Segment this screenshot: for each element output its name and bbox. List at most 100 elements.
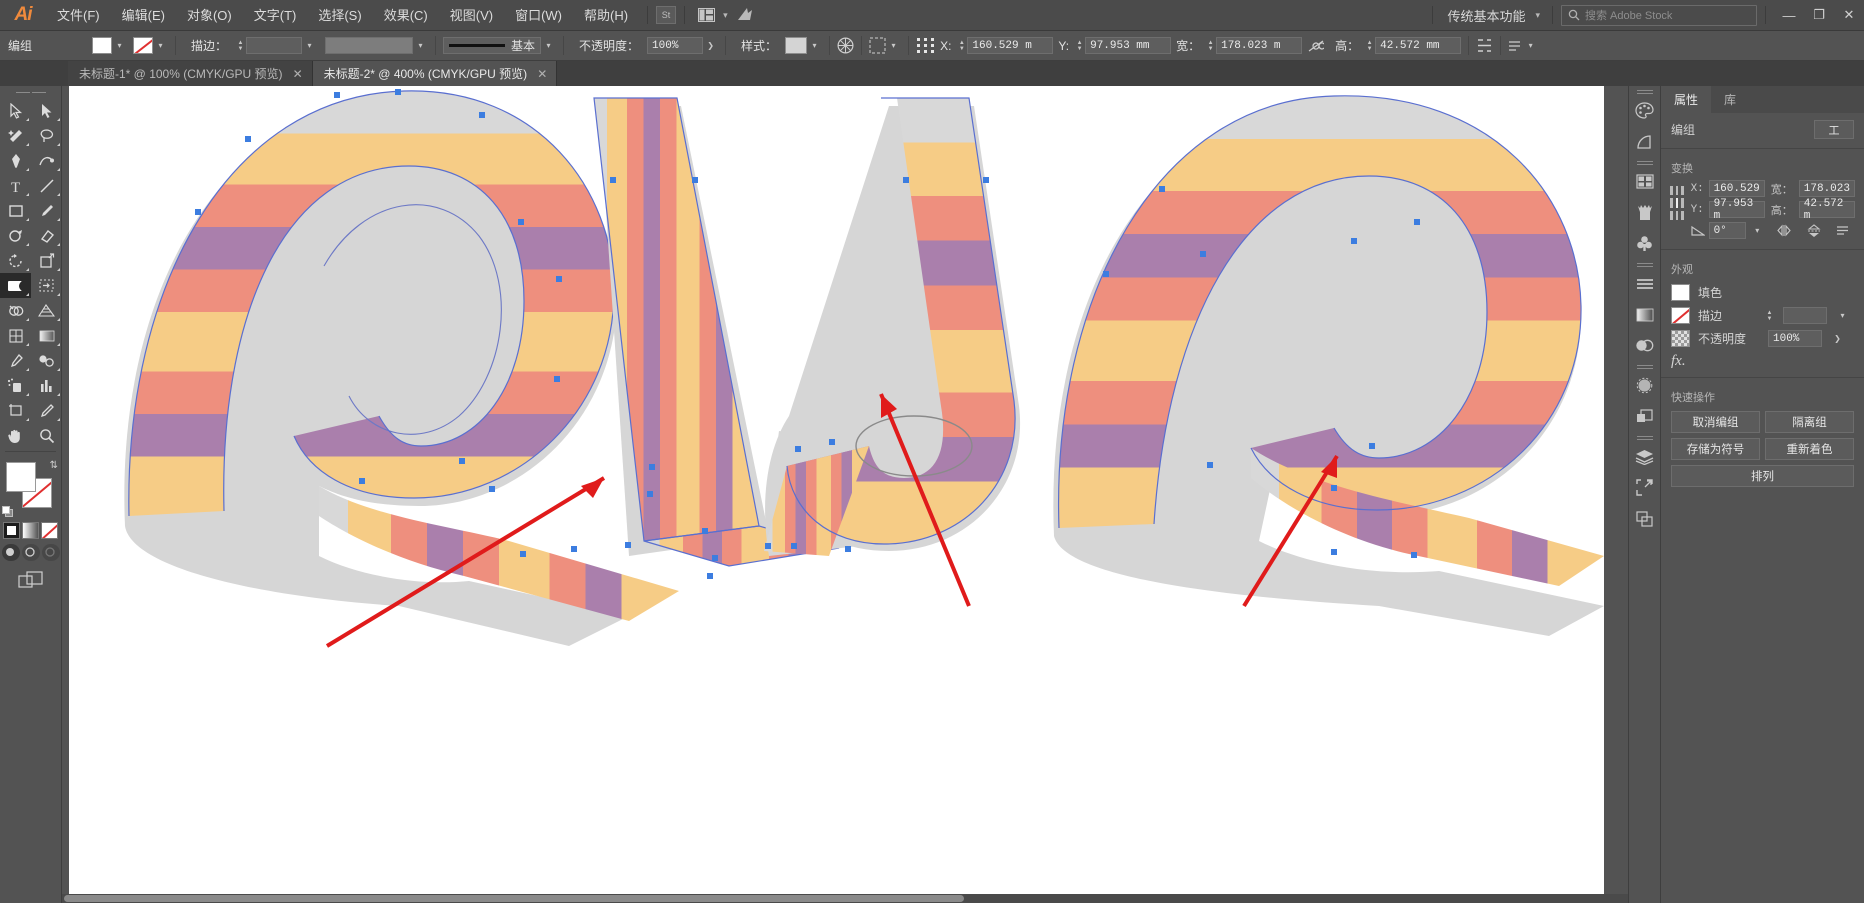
transform-reference-icon[interactable] <box>916 37 935 54</box>
constrain-proportions-off-icon[interactable] <box>1302 40 1330 52</box>
free-transform-tool[interactable] <box>31 273 62 298</box>
zoom-tool[interactable] <box>31 423 62 448</box>
y-input[interactable]: 97.953 mm <box>1085 37 1172 54</box>
artboard[interactable] <box>69 86 1604 903</box>
recolor-artwork-icon[interactable] <box>837 37 854 54</box>
lasso-tool[interactable] <box>31 123 62 148</box>
layers-panel-icon[interactable] <box>1629 441 1660 472</box>
stroke-chevron-down-icon[interactable]: ▾ <box>153 37 168 54</box>
arrange-button[interactable]: 排列 <box>1671 465 1854 487</box>
gradient-mode-button[interactable] <box>22 522 39 539</box>
appearance-opacity-swatch[interactable] <box>1671 330 1690 347</box>
drawing-mode-inside[interactable] <box>41 544 60 561</box>
eraser-tool[interactable] <box>31 223 62 248</box>
shaper-tool[interactable] <box>0 223 31 248</box>
transform-x-input[interactable]: 160.529 <box>1708 180 1765 197</box>
appearance-panel-icon[interactable] <box>1629 370 1660 401</box>
gradient-panel-icon[interactable] <box>1629 299 1660 330</box>
document-tab-2[interactable]: 未标题-2* @ 400% (CMYK/GPU 预览) ✕ <box>312 61 558 86</box>
opacity-expand-icon[interactable]: ❯ <box>703 37 718 54</box>
style-chevron-down-icon[interactable]: ▾ <box>807 37 822 54</box>
align-icon[interactable] <box>869 37 886 54</box>
slice-tool[interactable] <box>31 398 62 423</box>
stroke-weight-chevron-down-icon[interactable]: ▾ <box>302 37 317 54</box>
type-tool[interactable]: T <box>0 173 31 198</box>
dock-grip-5[interactable] <box>1629 432 1660 441</box>
symbols-panel-icon[interactable] <box>1629 228 1660 259</box>
menu-window[interactable]: 窗口(W) <box>504 0 573 31</box>
tab-libraries[interactable]: 库 <box>1711 86 1749 113</box>
drawing-mode-behind[interactable] <box>21 544 40 561</box>
artwork-letters[interactable] <box>124 89 1604 648</box>
menu-type[interactable]: 文字(T) <box>243 0 308 31</box>
dock-grip-2[interactable] <box>1629 157 1660 166</box>
x-stepper[interactable]: ▲ ▼ <box>956 37 967 54</box>
appearance-fill-swatch[interactable] <box>1671 284 1690 301</box>
canvas-area[interactable] <box>62 86 1668 903</box>
swatches-panel-icon[interactable] <box>1629 166 1660 197</box>
menu-file[interactable]: 文件(F) <box>46 0 111 31</box>
menu-select[interactable]: 选择(S) <box>307 0 372 31</box>
blend-tool[interactable] <box>31 348 62 373</box>
selection-tool[interactable] <box>0 98 31 123</box>
letter-q-1[interactable] <box>124 90 679 646</box>
stock-search-box[interactable]: 搜索 Adobe Stock <box>1561 4 1757 26</box>
column-graph-tool[interactable] <box>31 373 62 398</box>
appearance-stroke-swatch[interactable] <box>1671 307 1690 324</box>
tab-properties[interactable]: 属性 <box>1661 86 1712 113</box>
rectangle-tool[interactable] <box>0 198 31 223</box>
width-tool[interactable] <box>0 273 31 298</box>
height-input[interactable]: 42.572 mm <box>1375 37 1462 54</box>
save-as-symbol-button[interactable]: 存储为符号 <box>1671 438 1760 460</box>
appearance-opacity-input[interactable]: 100% <box>1768 330 1822 347</box>
x-input[interactable]: 160.529 m <box>967 37 1054 54</box>
gradient-tool[interactable] <box>31 323 62 348</box>
workspace-chevron-down-icon[interactable]: ▾ <box>1531 10 1544 21</box>
graphic-styles-panel-icon[interactable] <box>1629 401 1660 432</box>
height-stepper[interactable]: ▲ ▼ <box>1364 37 1375 54</box>
stroke-profile-dropdown[interactable] <box>325 37 414 54</box>
transparency-panel-icon[interactable] <box>1629 330 1660 361</box>
ungroup-button[interactable]: 取消编组 <box>1671 411 1760 433</box>
transform-w-input[interactable]: 178.023 <box>1798 180 1855 197</box>
menu-object[interactable]: 对象(O) <box>176 0 243 31</box>
minimize-button[interactable]: — <box>1774 0 1804 31</box>
close-icon[interactable]: ✕ <box>293 67 303 81</box>
distribute-icon[interactable] <box>1476 38 1493 53</box>
transform-more-options-icon[interactable] <box>1836 225 1849 236</box>
flip-horizontal-icon[interactable] <box>1776 224 1792 237</box>
width-stepper[interactable]: ▲ ▼ <box>1205 37 1216 54</box>
letter-u[interactable] <box>764 97 1021 556</box>
color-mode-button[interactable] <box>3 522 20 539</box>
width-input[interactable]: 178.023 m <box>1216 37 1303 54</box>
menu-view[interactable]: 视图(V) <box>439 0 504 31</box>
rotate-tool[interactable] <box>0 248 31 273</box>
transform-h-input[interactable]: 42.572 m <box>1798 198 1855 222</box>
artboard-tool[interactable] <box>0 398 31 423</box>
menu-help[interactable]: 帮助(H) <box>573 0 639 31</box>
align-chevron-down-icon[interactable]: ▾ <box>886 37 901 54</box>
flip-vertical-icon[interactable] <box>1807 223 1821 238</box>
shape-builder-tool[interactable] <box>0 298 31 323</box>
transform-angle-input[interactable]: 0° <box>1708 222 1746 239</box>
stroke-weight-input[interactable] <box>246 37 303 54</box>
fill-color-swatch[interactable] <box>6 462 36 492</box>
document-tab-1[interactable]: 未标题-1* @ 100% (CMYK/GPU 预览) ✕ <box>68 61 313 86</box>
angle-chevron-down-icon[interactable]: ▾ <box>1750 222 1765 239</box>
change-screen-mode-icon[interactable] <box>17 571 44 589</box>
canvas-horizontal-scrollbar[interactable] <box>62 894 1659 903</box>
brush-definition-dropdown[interactable]: 基本 <box>443 37 542 54</box>
symbol-sprayer-tool[interactable] <box>0 373 31 398</box>
magic-wand-tool[interactable] <box>0 123 31 148</box>
toolbar-drag-handle[interactable] <box>0 86 61 98</box>
color-panel-icon[interactable] <box>1629 95 1660 126</box>
dock-grip[interactable] <box>1629 86 1660 95</box>
stroke-profile-chevron-down-icon[interactable]: ▾ <box>413 37 428 54</box>
letter-q-2[interactable] <box>1053 95 1604 636</box>
appearance-stroke-chevron-down-icon[interactable]: ▾ <box>1835 307 1850 324</box>
color-guide-panel-icon[interactable] <box>1629 126 1660 157</box>
menu-edit[interactable]: 编辑(E) <box>111 0 176 31</box>
paintbrush-tool[interactable] <box>31 198 62 223</box>
appearance-stroke-stepper[interactable]: ▲ ▼ <box>1764 307 1775 324</box>
brush-chevron-down-icon[interactable]: ▾ <box>541 37 556 54</box>
